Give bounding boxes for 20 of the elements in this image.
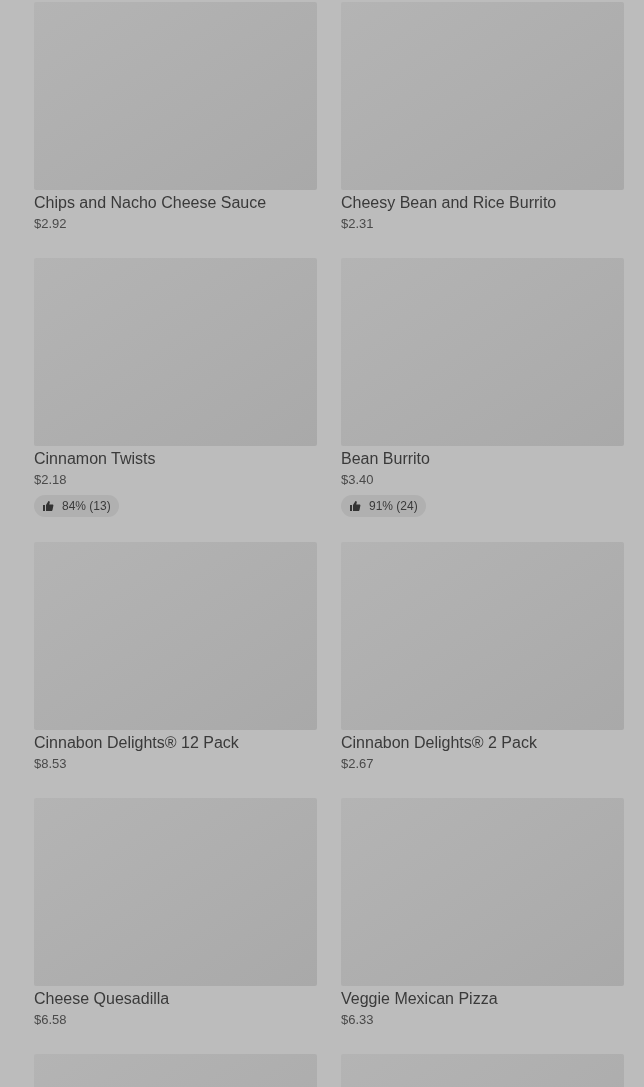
product-name[interactable]: Cheesy Bean and Rice Burrito — [341, 191, 624, 215]
product-price: $6.33 — [341, 1011, 375, 1029]
product-price: $3.40 — [341, 471, 375, 489]
rating-text: 84% (13) — [62, 498, 111, 515]
product-price: $2.92 — [34, 215, 68, 233]
product-price: $2.31 — [341, 215, 375, 233]
product-price: $8.53 — [34, 755, 68, 773]
thumbs-up-icon — [42, 500, 54, 512]
rating-text: 91% (24) — [369, 498, 418, 515]
product-name[interactable]: Cinnabon Delights® 2 Pack — [341, 731, 624, 755]
product-name[interactable]: Cheese Quesadilla — [34, 987, 317, 1011]
product-price: $6.58 — [34, 1011, 68, 1029]
product-price: $2.67 — [341, 755, 375, 773]
product-name[interactable]: Cinnabon Delights® 12 Pack — [34, 731, 317, 755]
product-name[interactable]: Bean Burrito — [341, 447, 624, 471]
product-name[interactable]: Chips and Nacho Cheese Sauce — [34, 191, 317, 215]
product-name[interactable]: Cinnamon Twists — [34, 447, 317, 471]
product-price: $2.18 — [34, 471, 68, 489]
product-name[interactable]: Veggie Mexican Pizza — [341, 987, 624, 1011]
thumbs-up-icon — [349, 500, 361, 512]
